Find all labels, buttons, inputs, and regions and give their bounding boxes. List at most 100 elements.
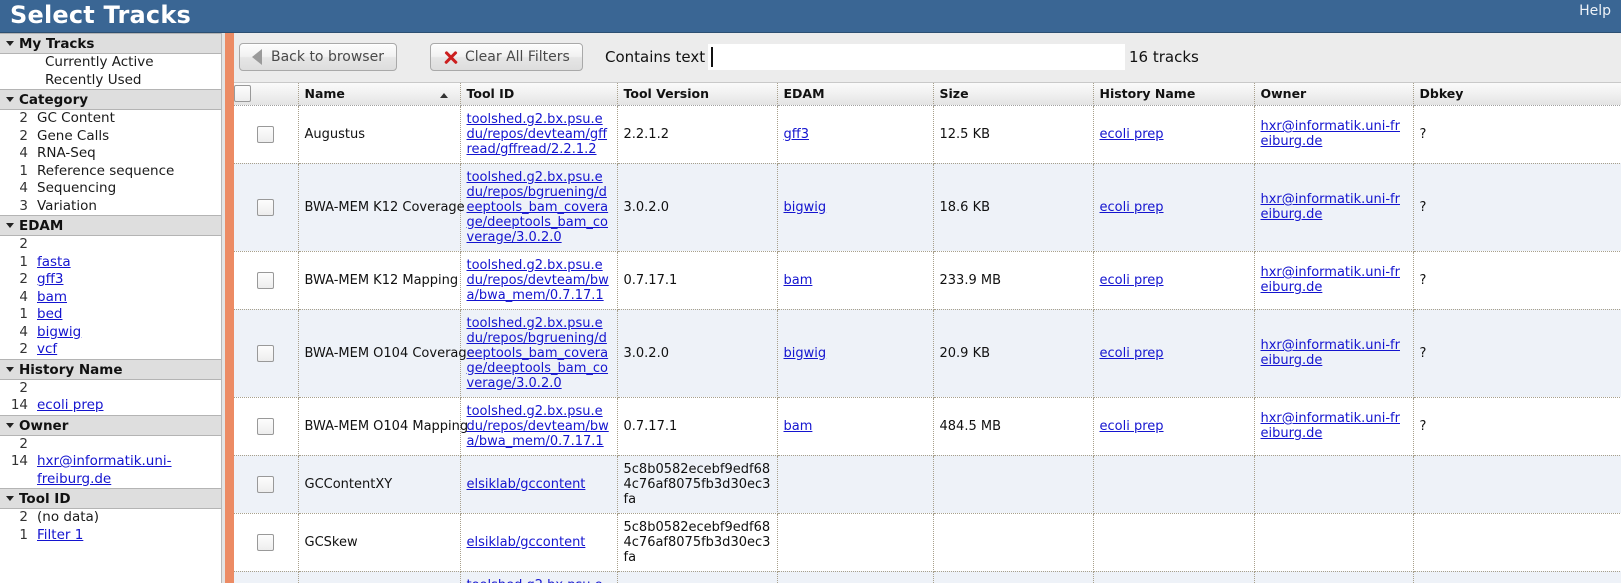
- table-row[interactable]: BWA-MEM K12 Coverage toolshed.g2.bx.psu.e…: [234, 163, 1621, 252]
- tool_id-link[interactable]: toolshed.g2.bx.psu.edu/repos/bgruening/d…: [467, 316, 609, 391]
- tool_id-link[interactable]: toolshed.g2.bx.psu.edu/repos/devteam/bwa…: [467, 258, 609, 303]
- facet-header-category[interactable]: Category: [0, 89, 221, 110]
- facet-header-tool-id[interactable]: Tool ID: [0, 488, 221, 509]
- facet-item[interactable]: 2 GC Content: [0, 110, 221, 128]
- cell-size: 20.9 KB: [933, 309, 1094, 398]
- edam-link[interactable]: bigwig: [784, 346, 827, 361]
- tool_id-link[interactable]: toolshed.g2.bx.psu.edu/repos/devteam/gff…: [467, 112, 608, 157]
- back-to-browser-button[interactable]: Back to browser: [239, 43, 397, 71]
- tool_id-link[interactable]: elsiklab/gccontent: [467, 477, 586, 492]
- owner-link[interactable]: hxr@informatik.uni-freiburg.de: [1261, 411, 1400, 441]
- owner-link[interactable]: hxr@informatik.uni-freiburg.de: [1261, 265, 1400, 295]
- edam-link[interactable]: bam: [784, 419, 813, 434]
- column-header-tool_id[interactable]: Tool ID: [460, 83, 618, 106]
- history_name-link[interactable]: ecoli prep: [1100, 273, 1164, 288]
- row-checkbox[interactable]: [257, 344, 275, 362]
- column-header-name[interactable]: Name: [298, 83, 461, 106]
- facet-header-owner[interactable]: Owner: [0, 414, 221, 436]
- facet-item-label[interactable]: ecoli prep: [37, 397, 103, 415]
- search-input[interactable]: [708, 44, 1125, 70]
- tool_id-link[interactable]: toolshed.g2.bx.psu.edu/repos/devteam/fre…: [467, 578, 608, 583]
- column-header-history_name[interactable]: History Name: [1093, 83, 1255, 106]
- facet-item[interactable]: 4 bigwig: [0, 324, 221, 342]
- history_name-link[interactable]: ecoli prep: [1100, 200, 1164, 215]
- column-header-owner[interactable]: Owner: [1254, 83, 1414, 106]
- select-all-checkbox[interactable]: [234, 85, 251, 103]
- row-checkbox[interactable]: [257, 533, 275, 551]
- cell-tool_version: 5c8b0582ecebf9edf684c76af8075fb3d30ec3fa: [617, 455, 778, 514]
- facet-item[interactable]: 2 gff3: [0, 271, 221, 289]
- edam-link[interactable]: bam: [784, 273, 813, 288]
- facet-item-label[interactable]: bam: [37, 289, 67, 307]
- edam-link[interactable]: gff3: [784, 127, 809, 142]
- facet-item[interactable]: 2: [0, 380, 221, 398]
- column-header-size[interactable]: Size: [933, 83, 1094, 106]
- row-checkbox[interactable]: [257, 271, 275, 289]
- table-row[interactable]: Augustus toolshed.g2.bx.psu.edu/repos/dev…: [234, 105, 1621, 164]
- facet-plain-item[interactable]: Recently Used: [0, 72, 221, 90]
- facet-item-label[interactable]: gff3: [37, 271, 63, 289]
- facet-item[interactable]: 1 fasta: [0, 254, 221, 272]
- facet-item[interactable]: 3 Variation: [0, 198, 221, 216]
- cell-tool_id: toolshed.g2.bx.psu.edu/repos/devteam/bwa…: [460, 251, 618, 310]
- table-row[interactable]: K12 Variants toolshed.g2.bx.psu.edu/repos…: [234, 571, 1621, 583]
- size-text: 233.9 MB: [939, 272, 1001, 288]
- table-row[interactable]: BWA-MEM O104 Mapping toolshed.g2.bx.psu.e…: [234, 397, 1621, 456]
- column-header-dbkey[interactable]: Dbkey: [1413, 83, 1621, 106]
- cell-tool_version: 0.7.17.1: [617, 397, 778, 456]
- name-text: GCContentXY: [304, 476, 393, 492]
- table-row[interactable]: BWA-MEM O104 Coverage toolshed.g2.bx.psu.…: [234, 309, 1621, 398]
- facet-item[interactable]: 4 bam: [0, 289, 221, 307]
- facet-item-label[interactable]: fasta: [37, 254, 71, 272]
- column-header-label: EDAM: [783, 86, 825, 102]
- tool_version-text: 2.2.1.2: [623, 126, 669, 142]
- row-checkbox[interactable]: [257, 417, 275, 435]
- owner-link[interactable]: hxr@informatik.uni-freiburg.de: [1261, 119, 1400, 149]
- facet-body-history-name: 2 14 ecoli prep: [0, 379, 221, 415]
- row-checkbox[interactable]: [257, 198, 275, 216]
- facet-item-label[interactable]: vcf: [37, 341, 57, 359]
- facet-item[interactable]: 2: [0, 436, 221, 454]
- facet-item[interactable]: 14 ecoli prep: [0, 397, 221, 415]
- cell-size: 484.5 MB: [933, 397, 1094, 456]
- facet-item-label[interactable]: hxr@informatik.uni-freiburg.de: [37, 453, 205, 488]
- owner-link[interactable]: hxr@informatik.uni-freiburg.de: [1261, 338, 1400, 368]
- facet-item[interactable]: 4 Sequencing: [0, 180, 221, 198]
- table-row[interactable]: BWA-MEM K12 Mapping toolshed.g2.bx.psu.ed…: [234, 251, 1621, 310]
- help-link[interactable]: Help: [1579, 3, 1611, 19]
- facet-item-label[interactable]: bigwig: [37, 324, 81, 342]
- facet-item[interactable]: 1 bed: [0, 306, 221, 324]
- facet-plain-item[interactable]: Currently Active: [0, 54, 221, 72]
- cell-name: K12 Variants: [298, 571, 461, 583]
- facet-item[interactable]: 2: [0, 236, 221, 254]
- row-checkbox[interactable]: [257, 125, 275, 143]
- edam-link[interactable]: bigwig: [784, 200, 827, 215]
- tool_id-link[interactable]: toolshed.g2.bx.psu.edu/repos/bgruening/d…: [467, 170, 609, 245]
- facet-item[interactable]: 2 (no data): [0, 509, 221, 527]
- tool_id-link[interactable]: elsiklab/gccontent: [467, 535, 586, 550]
- facet-item[interactable]: 2 vcf: [0, 341, 221, 359]
- facet-header-my-tracks[interactable]: My Tracks: [0, 33, 221, 54]
- column-header-edam[interactable]: EDAM: [777, 83, 934, 106]
- table-row[interactable]: GCSkew elsiklab/gccontent 5c8b0582ecebf9ed…: [234, 513, 1621, 572]
- column-header-tool_version[interactable]: Tool Version: [617, 83, 778, 106]
- clear-all-filters-button[interactable]: Clear All Filters: [430, 43, 583, 71]
- history_name-link[interactable]: ecoli prep: [1100, 419, 1164, 434]
- history_name-link[interactable]: ecoli prep: [1100, 346, 1164, 361]
- tool_id-link[interactable]: toolshed.g2.bx.psu.edu/repos/devteam/bwa…: [467, 404, 609, 449]
- facet-header-history-name[interactable]: History Name: [0, 358, 221, 380]
- facet-item-label[interactable]: bed: [37, 306, 62, 324]
- row-checkbox[interactable]: [257, 475, 275, 493]
- facet-item[interactable]: 14 hxr@informatik.uni-freiburg.de: [0, 453, 221, 488]
- facet-item[interactable]: 2 Gene Calls: [0, 128, 221, 146]
- facet-header-edam[interactable]: EDAM: [0, 215, 221, 236]
- cell-dbkey: ?: [1413, 251, 1621, 310]
- facet-item-label[interactable]: Filter 1: [37, 527, 83, 545]
- panel-splitter[interactable]: [225, 33, 234, 583]
- facet-item[interactable]: 1 Filter 1: [0, 527, 221, 545]
- owner-link[interactable]: hxr@informatik.uni-freiburg.de: [1261, 192, 1400, 222]
- history_name-link[interactable]: ecoli prep: [1100, 127, 1164, 142]
- facet-item[interactable]: 1 Reference sequence: [0, 163, 221, 181]
- table-row[interactable]: GCContentXY elsiklab/gccontent 5c8b0582ece…: [234, 455, 1621, 514]
- facet-item[interactable]: 4 RNA-Seq: [0, 145, 221, 163]
